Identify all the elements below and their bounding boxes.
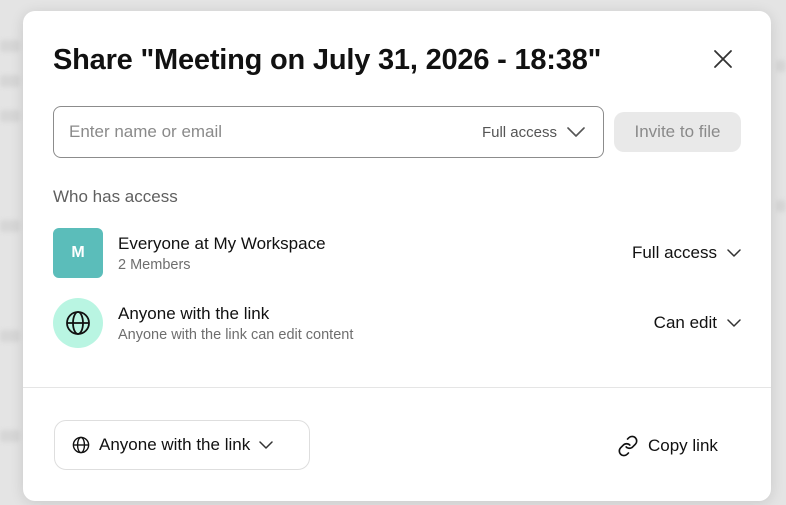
background-content (776, 200, 786, 212)
copy-link-label: Copy link (648, 436, 718, 455)
footer-divider (23, 387, 771, 388)
access-entry-name: Everyone at My Workspace (118, 234, 326, 253)
role-label: Can edit (653, 313, 717, 332)
invite-to-file-button[interactable]: Invite to file (614, 112, 741, 152)
close-button[interactable] (709, 45, 737, 73)
invite-access-dropdown[interactable]: Full access (482, 107, 585, 157)
access-entry-link: Anyone with the link Anyone with the lin… (53, 298, 741, 348)
chevron-down-icon (567, 127, 585, 137)
dialog-title: Share "Meeting on July 31, 2026 - 18:38" (53, 44, 602, 76)
invite-row: Full access Invite to file (53, 106, 741, 158)
link-icon (617, 435, 639, 457)
background-content (0, 110, 20, 122)
background-content (0, 75, 20, 87)
globe-icon (65, 310, 91, 336)
chevron-down-icon (727, 249, 741, 257)
access-entry-subtitle: 2 Members (118, 257, 191, 273)
background-content (776, 60, 786, 72)
background-content (0, 220, 20, 232)
background-content (0, 330, 20, 342)
who-has-access-label: Who has access (53, 187, 178, 206)
access-entry-subtitle: Anyone with the link can edit content (118, 327, 354, 343)
workspace-role-dropdown[interactable]: Full access (632, 228, 741, 278)
chevron-down-icon (727, 319, 741, 327)
workspace-avatar: M (53, 228, 103, 278)
name-or-email-input[interactable] (54, 107, 444, 157)
link-avatar (53, 298, 103, 348)
globe-icon (72, 436, 90, 454)
background-content (0, 430, 20, 442)
close-icon (713, 49, 733, 69)
background-content (0, 40, 20, 52)
link-scope-label: Anyone with the link (99, 435, 251, 454)
invite-input-wrapper: Full access (53, 106, 604, 158)
access-entry-name: Anyone with the link (118, 304, 270, 323)
share-dialog: Share "Meeting on July 31, 2026 - 18:38"… (23, 11, 771, 501)
link-role-dropdown[interactable]: Can edit (654, 298, 741, 348)
access-entry-workspace: M Everyone at My Workspace 2 Members Ful… (53, 228, 741, 278)
chevron-down-icon (259, 441, 273, 449)
role-label: Full access (631, 243, 717, 262)
copy-link-button[interactable]: Copy link (617, 431, 718, 461)
invite-access-label: Full access (481, 123, 557, 141)
link-scope-dropdown[interactable]: Anyone with the link (54, 420, 310, 470)
